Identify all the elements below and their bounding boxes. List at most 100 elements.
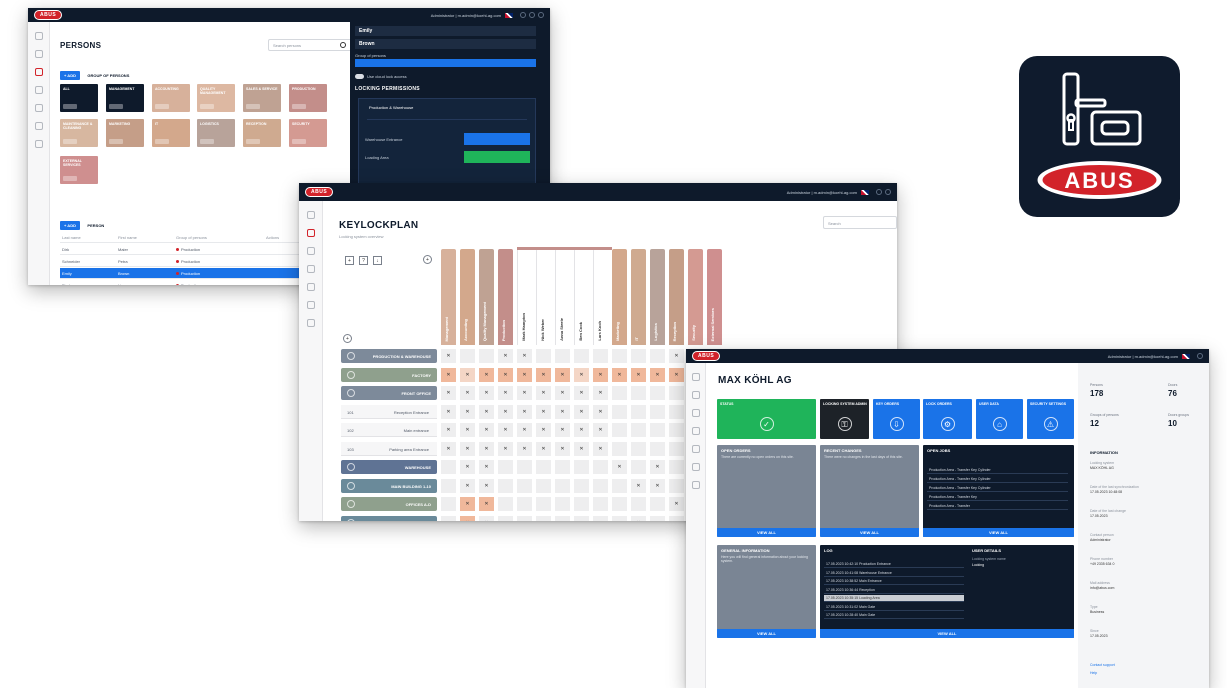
permission-cell[interactable]: ✕ — [498, 367, 513, 382]
group-tile-button[interactable] — [292, 139, 306, 144]
permission-cell[interactable]: ✕ — [479, 386, 494, 400]
permission-cell[interactable] — [593, 460, 608, 474]
log-row[interactable]: 17.05.2023 10:31:02 Main Gate — [824, 604, 964, 611]
column-header[interactable]: External Services — [707, 249, 722, 345]
column-header[interactable]: Mark Hampton — [517, 249, 532, 345]
permission-cell[interactable]: ✕ — [479, 515, 494, 521]
group-tile[interactable]: MAINTENANCE & CLEANING — [60, 119, 98, 147]
permission-cell[interactable]: ✕ — [574, 441, 589, 456]
expand-icon[interactable] — [347, 500, 355, 508]
column-header[interactable]: Marketing — [612, 249, 627, 345]
permission-cell[interactable]: ✕ — [517, 367, 532, 382]
add-group-button[interactable]: + ADD — [60, 71, 80, 80]
permission-cell[interactable]: ✕ — [479, 441, 494, 456]
expand-icon[interactable] — [347, 481, 355, 490]
plan-icon[interactable] — [34, 50, 43, 58]
permission-cell[interactable] — [555, 497, 570, 511]
permission-cell[interactable]: ✕ — [460, 404, 475, 419]
permission-cell[interactable]: ✕ — [555, 404, 570, 419]
permission-cell[interactable]: ✕ — [479, 404, 494, 419]
permission-row-2-select[interactable] — [464, 151, 530, 163]
permission-cell[interactable] — [517, 460, 532, 474]
settings-icon[interactable] — [529, 12, 535, 18]
row-group[interactable]: FRONT OFFICE — [341, 386, 437, 400]
settings-icon[interactable] — [876, 189, 882, 195]
persons-icon[interactable] — [306, 247, 315, 255]
permission-cell[interactable]: ✕ — [441, 441, 456, 456]
download-button[interactable]: ↓ — [373, 256, 382, 265]
permission-cell[interactable] — [669, 423, 684, 437]
permission-cell[interactable] — [669, 441, 684, 456]
permission-cell[interactable]: ✕ — [574, 423, 589, 437]
permission-cell[interactable] — [574, 349, 589, 363]
permission-cell[interactable] — [669, 460, 684, 474]
col-header-group[interactable]: Group of persons — [176, 235, 207, 240]
group-tile[interactable]: RECEPTION — [243, 119, 281, 147]
job-row[interactable]: Production Area - Transfer — [927, 503, 1068, 510]
permission-cell[interactable] — [498, 460, 513, 474]
permission-cell[interactable] — [517, 497, 532, 511]
permission-cell[interactable]: ✕ — [536, 367, 551, 382]
quick-tile[interactable]: KEY ORDERS ⇩ — [873, 399, 920, 439]
permission-cell[interactable]: ✕ — [498, 423, 513, 437]
permission-cell[interactable]: ✕ — [574, 386, 589, 400]
group-tile-button[interactable] — [292, 104, 306, 109]
permission-cell[interactable]: ✕ — [498, 386, 513, 400]
group-tile-button[interactable] — [155, 104, 169, 109]
permission-cell[interactable]: ✕ — [460, 386, 475, 400]
permission-cell[interactable]: ✕ — [460, 441, 475, 456]
quick-tile[interactable]: LOCKING SYSTEM ADMIN ⚿ — [820, 399, 869, 439]
row-group[interactable]: MAIN BUILDING 1-10 — [341, 478, 437, 493]
permission-cell[interactable] — [574, 460, 589, 474]
group-tile-button[interactable] — [246, 104, 260, 109]
permission-cell[interactable]: ✕ — [555, 441, 570, 456]
permission-cell[interactable]: ✕ — [593, 423, 608, 437]
user-account[interactable]: Administrator | m.admin@koehl-ag.com — [431, 13, 501, 18]
permission-cell[interactable] — [441, 515, 456, 521]
log-row[interactable]: 17.05.2023 10:42:10 Production Entrance — [824, 561, 964, 568]
column-header[interactable]: Lars Koch — [593, 249, 608, 345]
group-tile-button[interactable] — [200, 104, 214, 109]
expand-icon[interactable] — [347, 389, 355, 397]
lock-icon[interactable] — [691, 445, 700, 453]
column-header[interactable]: Ben Cook — [574, 249, 589, 345]
group-tile[interactable]: QUALITY MANAGEMENT — [197, 84, 235, 112]
permission-cell[interactable] — [593, 515, 608, 521]
persons-icon[interactable] — [34, 68, 43, 76]
add-column-button[interactable]: + — [423, 255, 432, 264]
permission-cell[interactable]: ✕ — [479, 367, 494, 382]
log-row[interactable]: 17.05.2023 10:28:40 Main Gate — [824, 612, 964, 619]
permission-cell[interactable]: ✕ — [593, 404, 608, 419]
doors-icon[interactable] — [34, 86, 43, 94]
report-icon[interactable] — [306, 319, 315, 327]
permission-cell[interactable]: ✕ — [593, 441, 608, 456]
lock-icon[interactable] — [306, 283, 315, 291]
permission-cell[interactable] — [612, 478, 627, 493]
permission-cell[interactable] — [441, 497, 456, 511]
permission-cell[interactable]: ✕ — [479, 460, 494, 474]
col-header-first[interactable]: First name — [118, 235, 137, 240]
group-tile[interactable]: EXTERNAL SERVICES — [60, 156, 98, 184]
permission-cell[interactable]: ✕ — [517, 404, 532, 419]
expand-icon[interactable] — [347, 463, 355, 471]
permission-cell[interactable] — [631, 404, 646, 419]
row-group[interactable]: OFFICES A-D — [341, 497, 437, 511]
group-tile-button[interactable] — [200, 139, 214, 144]
log-row[interactable]: 17.05.2023 10:36:44 Reception — [824, 587, 964, 594]
permission-cell[interactable]: ✕ — [669, 349, 684, 363]
permission-cell[interactable] — [536, 349, 551, 363]
user-account[interactable]: Administrator | m.admin@koehl-ag.com — [1108, 354, 1178, 359]
permission-cell[interactable] — [612, 386, 627, 400]
permission-cell[interactable]: ✕ — [536, 404, 551, 419]
permission-cell[interactable] — [631, 423, 646, 437]
permission-cell[interactable] — [593, 349, 608, 363]
flag-uk-icon[interactable] — [1182, 353, 1190, 359]
column-header[interactable]: Security — [688, 249, 703, 345]
log-row[interactable]: 17.05.2023 10:41:08 Warehouse Entrance — [824, 570, 964, 577]
group-tile-button[interactable] — [109, 139, 123, 144]
column-header[interactable]: Nick Weber — [536, 249, 551, 345]
plan-icon[interactable] — [691, 391, 700, 399]
sub-row[interactable]: 101 Reception Entrance — [341, 404, 437, 419]
doors-icon[interactable] — [306, 265, 315, 273]
permission-cell[interactable]: ✕ — [498, 349, 513, 363]
